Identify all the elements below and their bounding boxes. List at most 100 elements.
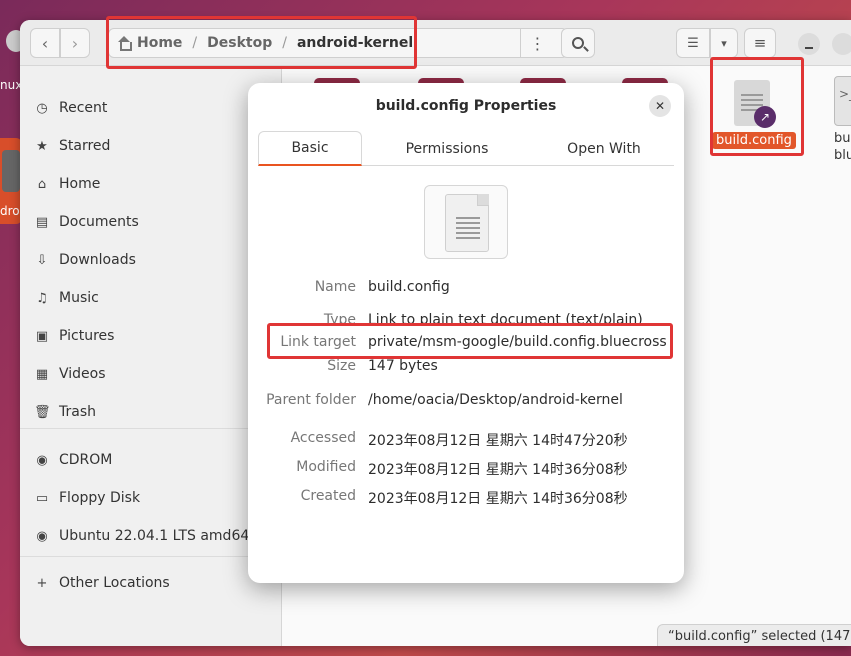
- sidebar-item-label: Starred: [59, 138, 111, 154]
- view-options-button[interactable]: ▾: [710, 28, 738, 58]
- sidebar-item-home[interactable]: ⌂ Home: [20, 168, 282, 200]
- path-separator: /: [192, 35, 198, 51]
- created-value: 2023年08月12日 星期六 14时36分08秒: [368, 491, 628, 507]
- home-icon: [117, 36, 132, 51]
- list-view-button[interactable]: ☰: [676, 28, 710, 58]
- created-label: Created: [300, 488, 356, 504]
- minimize-icon: [805, 47, 813, 49]
- properties-dialog: build.config Properties ✕ Basic Permissi…: [248, 83, 684, 583]
- star-icon: ★: [36, 138, 48, 154]
- window-control-button[interactable]: [832, 33, 851, 55]
- sidebar-item-trash[interactable]: 🗑 Trash: [20, 396, 282, 428]
- link-target-label: Link target: [280, 334, 356, 350]
- drive-icon: ▭: [35, 490, 49, 506]
- path-desktop[interactable]: Desktop: [207, 35, 272, 51]
- sidebar-separator: [20, 428, 282, 429]
- tab-basic[interactable]: Basic: [258, 131, 362, 166]
- path-current[interactable]: android-kernel: [297, 35, 413, 51]
- sidebar-separator: [20, 556, 282, 557]
- file-label: build.config: [712, 132, 796, 149]
- list-view-icon: ☰: [687, 35, 699, 51]
- close-icon: ✕: [654, 99, 666, 113]
- music-icon: ♫: [36, 290, 48, 306]
- size-label: Size: [327, 358, 356, 374]
- tab-bar: Basic Permissions Open With: [258, 131, 674, 166]
- home-icon: ⌂: [37, 176, 47, 192]
- modified-label: Modified: [296, 459, 356, 475]
- sidebar-item-label: Floppy Disk: [59, 490, 141, 506]
- file-preview-icon: [424, 185, 508, 259]
- sidebar-item-downloads[interactable]: ⇩ Downloads: [20, 244, 282, 276]
- link-arrow-icon: ↗: [754, 106, 776, 128]
- sidebar-item-documents[interactable]: ▤ Documents: [20, 206, 282, 238]
- more-vertical-icon: ⋮: [529, 33, 546, 53]
- forward-button[interactable]: ›: [60, 28, 90, 58]
- chevron-down-icon: ▾: [721, 36, 727, 50]
- sidebar-item-label: CDROM: [59, 452, 113, 468]
- desktop-background: nux dro: [0, 0, 26, 656]
- sidebar-item-music[interactable]: ♫ Music: [20, 282, 282, 314]
- name-label: Name: [314, 279, 356, 295]
- path-home[interactable]: Home: [137, 35, 182, 51]
- sidebar-item-recent[interactable]: ◷ Recent: [20, 92, 282, 124]
- document-icon: ▤: [35, 214, 49, 230]
- sidebar-item-label: Documents: [59, 214, 139, 230]
- sidebar-item-label: Other Locations: [59, 575, 170, 591]
- sidebar-item-starred[interactable]: ★ Starred: [20, 130, 282, 162]
- sidebar-item-label: Trash: [59, 404, 96, 420]
- sidebar-item-label: Recent: [59, 100, 108, 116]
- file-label-line: blue: [834, 148, 851, 163]
- name-value[interactable]: build.config: [368, 279, 450, 295]
- script-file-icon[interactable]: >_: [834, 76, 851, 126]
- parent-folder-value[interactable]: /home/oacia/Desktop/android-kernel: [368, 392, 623, 408]
- size-value: 147 bytes: [368, 358, 438, 374]
- clock-icon: ◷: [36, 100, 48, 116]
- chevron-left-icon: ‹: [41, 33, 49, 53]
- text-file-icon: [445, 194, 489, 252]
- sidebar-item-label: Music: [59, 290, 99, 306]
- parent-folder-label: Parent folder: [266, 392, 356, 408]
- sidebar-device-1[interactable]: ▭ Floppy Disk: [20, 482, 282, 514]
- sidebar-device-2[interactable]: ◉ Ubuntu 22.04.1 LTS amd64: [20, 520, 282, 552]
- overlap-mask: [258, 324, 674, 334]
- minimize-button[interactable]: [798, 33, 820, 55]
- download-icon: ⇩: [36, 252, 48, 268]
- path-bar[interactable]: Home / Desktop / android-kernel: [108, 28, 568, 58]
- disc-icon: ◉: [36, 452, 48, 468]
- dialog-title: build.config Properties: [375, 98, 557, 114]
- path-separator: /: [282, 35, 287, 51]
- disc-icon: ◉: [36, 528, 48, 544]
- search-button[interactable]: [561, 28, 595, 58]
- file-label-line: s: [834, 164, 851, 181]
- close-button[interactable]: ✕: [649, 95, 671, 117]
- sidebar-item-videos[interactable]: ▦ Videos: [20, 358, 282, 390]
- sidebar-item-label: Downloads: [59, 252, 136, 268]
- sidebar-item-label: Pictures: [59, 328, 115, 344]
- hamburger-icon: ≡: [753, 34, 767, 52]
- header-bar: ‹ › Home / Desktop / android-kernel ⋮ ☰ …: [20, 20, 851, 66]
- picture-icon: ▣: [35, 328, 49, 344]
- sidebar-item-label: Videos: [59, 366, 106, 382]
- file-label-partial: bu blue s: [834, 130, 851, 181]
- sidebar-item-label: Ubuntu 22.04.1 LTS amd64: [59, 528, 250, 544]
- tab-open-with[interactable]: Open With: [544, 131, 664, 166]
- file-label-line: bu: [834, 131, 851, 146]
- video-icon: ▦: [35, 366, 49, 382]
- sidebar-device-0[interactable]: ◉ CDROM: [20, 444, 282, 476]
- main-menu-button[interactable]: ≡: [744, 28, 776, 58]
- desktop-label-partial-2: dro: [0, 204, 20, 218]
- modified-value: 2023年08月12日 星期六 14时36分08秒: [368, 462, 628, 478]
- file-item-build-config[interactable]: ↗ build.config: [710, 80, 796, 150]
- path-menu-button[interactable]: ⋮: [520, 28, 554, 58]
- accessed-label: Accessed: [290, 430, 356, 446]
- sidebar: ◷ Recent ★ Starred ⌂ Home ▤ Documents ⇩ Downloads…: [20, 66, 282, 646]
- desktop-label-partial: nux: [0, 78, 23, 92]
- accessed-value: 2023年08月12日 星期六 14时47分20秒: [368, 433, 628, 449]
- tab-permissions[interactable]: Permissions: [384, 131, 510, 166]
- plus-icon: +: [36, 575, 48, 591]
- back-button[interactable]: ‹: [30, 28, 60, 58]
- sidebar-item-other-locations[interactable]: + Other Locations: [20, 567, 282, 599]
- sidebar-item-pictures[interactable]: ▣ Pictures: [20, 320, 282, 352]
- trash-icon: 🗑: [34, 404, 51, 420]
- link-target-value[interactable]: private/msm-google/build.config.bluecros…: [368, 334, 667, 350]
